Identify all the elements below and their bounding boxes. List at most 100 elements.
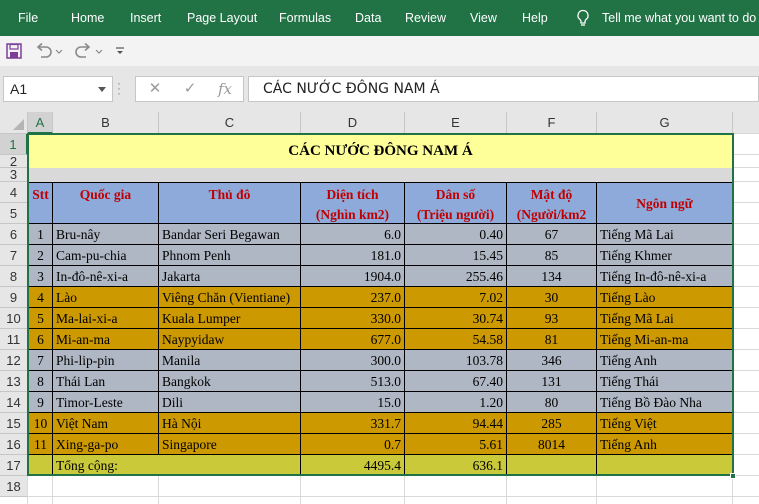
cell-country[interactable]: Phi-lip-pin (53, 350, 159, 371)
cell-country[interactable]: Lào (53, 287, 159, 308)
cell-capital[interactable]: Singapore (159, 434, 301, 455)
column-header-g[interactable]: G (597, 112, 733, 134)
cell-pop[interactable]: 67.40 (405, 371, 507, 392)
cell-stt[interactable]: 8 (28, 371, 53, 392)
formula-input[interactable]: CÁC NƯỚC ĐÔNG NAM Á (248, 76, 759, 102)
cell-stt[interactable]: 5 (28, 308, 53, 329)
cell-lang[interactable]: Tiếng Mã Lai (597, 308, 733, 329)
cell-density[interactable]: 285 (507, 413, 597, 434)
cell-stt[interactable]: 11 (28, 434, 53, 455)
column-header-f[interactable]: F (507, 112, 597, 134)
cell-country[interactable]: Mi-an-ma (53, 329, 159, 350)
cell-capital[interactable]: Phnom Penh (159, 245, 301, 266)
cell-country[interactable]: Việt Nam (53, 413, 159, 434)
cell-area[interactable]: 237.0 (301, 287, 405, 308)
row-header-8[interactable]: 8 (0, 266, 28, 287)
cell-density[interactable]: 346 (507, 350, 597, 371)
select-all-button[interactable] (0, 112, 28, 134)
tell-me-search[interactable]: Tell me what you want to do (602, 0, 756, 36)
total-empty-cell[interactable] (28, 455, 53, 476)
tab-view[interactable]: View (470, 0, 497, 36)
column-header-b[interactable]: B (53, 112, 159, 134)
column-header-c[interactable]: C (159, 112, 301, 134)
worksheet-grid[interactable]: A B C D E F G 1 2 3 4 5 6 7 8 9 10 11 12 13 14 15 16 17 18 CÁC NƯ… (0, 112, 759, 504)
tab-file[interactable]: File (18, 0, 38, 36)
cell-country[interactable]: Ma-lai-xi-a (53, 308, 159, 329)
row-header-18[interactable]: 18 (0, 476, 28, 497)
cell-stt[interactable]: 2 (28, 245, 53, 266)
cell-capital[interactable]: Viêng Chăn (Vientiane) (159, 287, 301, 308)
enter-icon[interactable]: ✓ (175, 77, 205, 103)
cell-stt[interactable]: 10 (28, 413, 53, 434)
cell-density[interactable]: 93 (507, 308, 597, 329)
cell-pop[interactable]: 30.74 (405, 308, 507, 329)
cell-density[interactable]: 85 (507, 245, 597, 266)
cell-pop[interactable]: 5.61 (405, 434, 507, 455)
cell-area[interactable]: 0.7 (301, 434, 405, 455)
row-header-5[interactable]: 5 (0, 203, 28, 224)
redo-dropdown-icon[interactable] (95, 49, 103, 55)
cell-stt[interactable]: 9 (28, 392, 53, 413)
column-header-e[interactable]: E (405, 112, 507, 134)
cell-stt[interactable]: 4 (28, 287, 53, 308)
cell-density[interactable]: 80 (507, 392, 597, 413)
tab-data[interactable]: Data (355, 0, 381, 36)
cell-lang[interactable]: Tiếng Việt (597, 413, 733, 434)
column-header-a[interactable]: A (28, 112, 53, 134)
total-area[interactable]: 4495.4 (301, 455, 405, 476)
cell-capital[interactable]: Dili (159, 392, 301, 413)
cell-area[interactable]: 677.0 (301, 329, 405, 350)
redo-icon[interactable] (73, 42, 93, 60)
cell-capital[interactable]: Jakarta (159, 266, 301, 287)
total-empty-cell[interactable] (507, 455, 597, 476)
row-header-12[interactable]: 12 (0, 350, 28, 371)
row-header-10[interactable]: 10 (0, 308, 28, 329)
cell-area[interactable]: 513.0 (301, 371, 405, 392)
cell-area[interactable]: 300.0 (301, 350, 405, 371)
cell-density[interactable]: 81 (507, 329, 597, 350)
undo-icon[interactable] (34, 42, 54, 60)
cell-density[interactable]: 30 (507, 287, 597, 308)
cell-lang[interactable]: Tiếng Bồ Đào Nha (597, 392, 733, 413)
cell-pop[interactable]: 15.45 (405, 245, 507, 266)
cell-density[interactable]: 67 (507, 224, 597, 245)
cell-pop[interactable]: 0.40 (405, 224, 507, 245)
cell-area[interactable]: 6.0 (301, 224, 405, 245)
cell-lang[interactable]: Tiếng Mi-an-ma (597, 329, 733, 350)
tab-review[interactable]: Review (405, 0, 446, 36)
row-header-6[interactable]: 6 (0, 224, 28, 245)
lightbulb-icon[interactable] (575, 9, 591, 27)
cell-lang[interactable]: Tiếng Anh (597, 434, 733, 455)
column-header-d[interactable]: D (301, 112, 405, 134)
cell-area[interactable]: 15.0 (301, 392, 405, 413)
cell-pop[interactable]: 1.20 (405, 392, 507, 413)
cell-country[interactable]: Cam-pu-chia (53, 245, 159, 266)
total-label[interactable]: Tổng cộng: (53, 455, 301, 476)
row-header-15[interactable]: 15 (0, 413, 28, 434)
cell-country[interactable]: Xing-ga-po (53, 434, 159, 455)
cell-pop[interactable]: 7.02 (405, 287, 507, 308)
row-header-11[interactable]: 11 (0, 329, 28, 350)
total-empty-cell[interactable] (597, 455, 733, 476)
cell-stt[interactable]: 6 (28, 329, 53, 350)
insert-function-button[interactable]: fx (210, 77, 240, 103)
cell-lang[interactable]: Tiếng In-đô-nê-xi-a (597, 266, 733, 287)
cell-lang[interactable]: Tiếng Mã Lai (597, 224, 733, 245)
customize-toolbar-icon[interactable] (115, 46, 125, 56)
cell-lang[interactable]: Tiếng Anh (597, 350, 733, 371)
cell-area[interactable]: 331.7 (301, 413, 405, 434)
undo-dropdown-icon[interactable] (55, 49, 63, 55)
cell-density[interactable]: 8014 (507, 434, 597, 455)
row-header-14[interactable]: 14 (0, 392, 28, 413)
cell-stt[interactable]: 3 (28, 266, 53, 287)
tab-home[interactable]: Home (71, 0, 104, 36)
fill-handle[interactable] (730, 473, 736, 479)
name-box[interactable]: A1 (3, 76, 113, 102)
resize-handle-icon[interactable]: · · · (117, 77, 121, 99)
row-header-16[interactable]: 16 (0, 434, 28, 455)
cell-area[interactable]: 1904.0 (301, 266, 405, 287)
cell-capital[interactable]: Manila (159, 350, 301, 371)
cell-country[interactable]: Bru-nây (53, 224, 159, 245)
row-header-17[interactable]: 17 (0, 455, 28, 476)
row-header-4[interactable]: 4 (0, 182, 28, 203)
